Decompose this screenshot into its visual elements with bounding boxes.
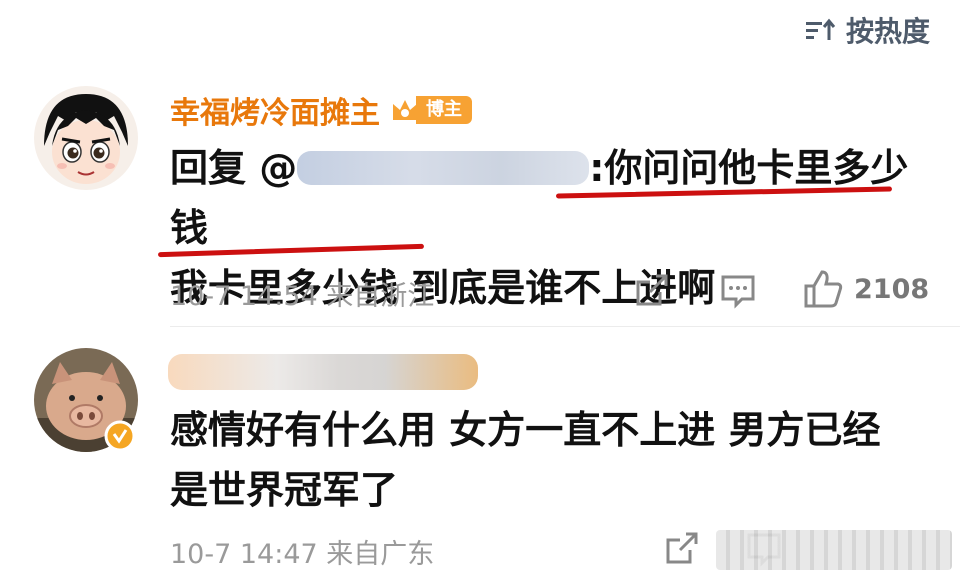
share-icon bbox=[666, 532, 698, 564]
watermark bbox=[716, 530, 952, 570]
comment-line-2: 是世界冠军了 bbox=[170, 468, 399, 512]
verified-icon bbox=[104, 420, 136, 452]
comment-text: 感情好有什么用 女方一直不上进 男方已经 是世界冠军了 bbox=[170, 400, 930, 520]
comment-2: 感情好有什么用 女方一直不上进 男方已经 是世界冠军了 10-7 14:47 来… bbox=[0, 0, 960, 576]
user-name-blurred[interactable] bbox=[168, 354, 478, 390]
comment-meta: 10-7 14:47 来自广东 bbox=[170, 539, 435, 570]
share-button[interactable] bbox=[662, 528, 702, 568]
verified-badge bbox=[104, 420, 136, 452]
comment-line-1: 感情好有什么用 女方一直不上进 男方已经 bbox=[170, 408, 881, 452]
